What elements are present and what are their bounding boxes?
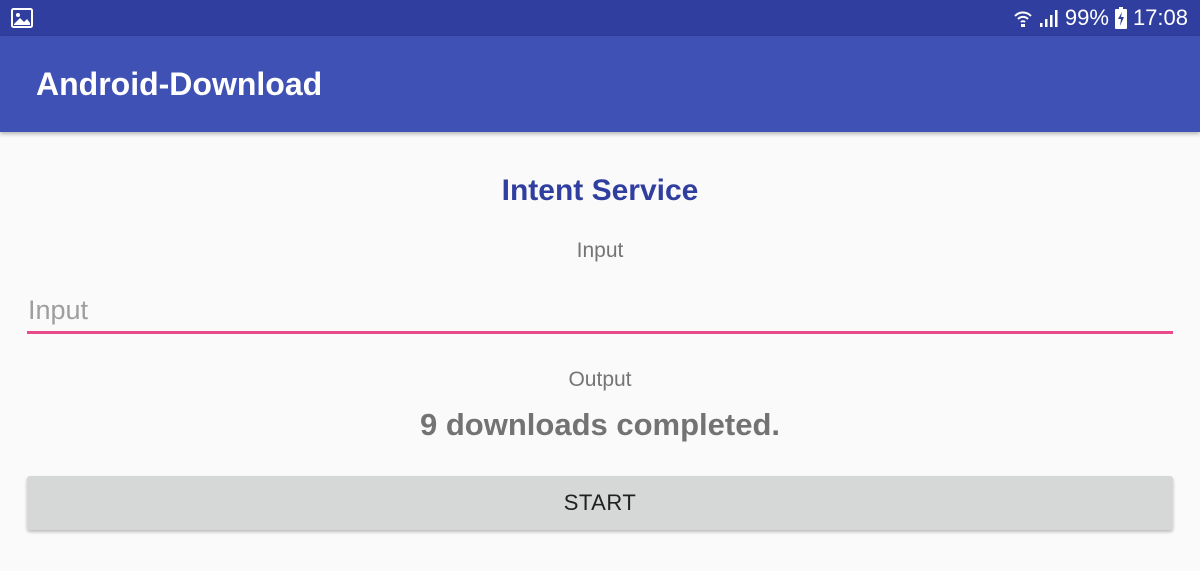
- battery-charging-icon: [1114, 7, 1127, 29]
- output-label: Output: [568, 368, 632, 391]
- start-button[interactable]: START: [27, 476, 1173, 530]
- app-title: Android-Download: [36, 66, 323, 102]
- status-time: 17:08: [1132, 5, 1188, 30]
- signal-icon: [1039, 8, 1059, 28]
- battery-percent: 99%: [1064, 5, 1109, 30]
- output-value: 9 downloads completed.: [420, 407, 780, 442]
- app-bar: Android-Download: [0, 36, 1200, 132]
- wifi-icon: [1013, 8, 1033, 28]
- status-bar: 99% 17:08: [0, 0, 1200, 36]
- input-label: Input: [576, 239, 624, 262]
- image-notification-icon: [11, 8, 33, 28]
- status-icons: 99% 17:08: [1013, 0, 1188, 36]
- main-content: Intent Service Input Output 9 downloads …: [0, 132, 1200, 571]
- input-field[interactable]: [27, 290, 1173, 334]
- section-title: Intent Service: [501, 174, 699, 207]
